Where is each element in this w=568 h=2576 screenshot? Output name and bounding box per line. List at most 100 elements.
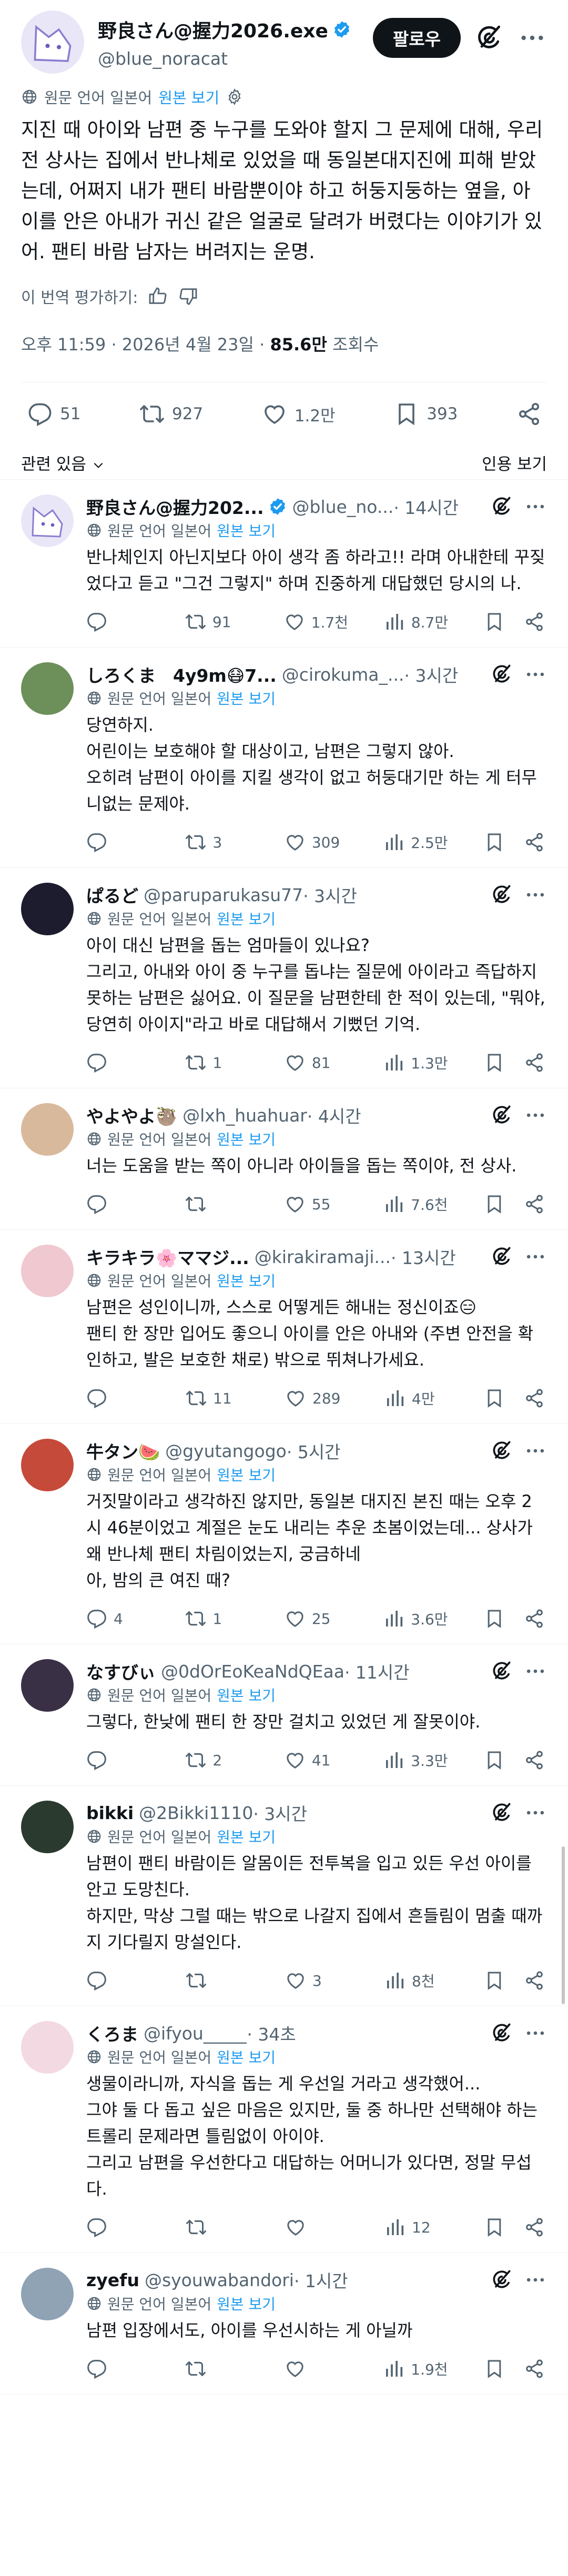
avatar[interactable] bbox=[21, 1103, 74, 1156]
author-handle[interactable]: @blue_noracat bbox=[98, 48, 373, 69]
like-button[interactable] bbox=[285, 2217, 348, 2238]
grok-icon[interactable] bbox=[490, 1104, 513, 1127]
reply-author-name[interactable]: くろま bbox=[86, 2021, 138, 2045]
reply-button[interactable] bbox=[86, 611, 149, 632]
reply-time[interactable]: · 4시간 bbox=[307, 1103, 361, 1127]
reply-time[interactable]: · 13시간 bbox=[391, 1245, 456, 1269]
reply-time[interactable]: · 3시간 bbox=[404, 662, 459, 686]
post-timestamp[interactable]: 오후 11:59 · 2026년 4월 23일 · bbox=[21, 335, 270, 355]
grok-icon[interactable] bbox=[490, 2268, 513, 2291]
reply-author-name[interactable]: やよやよ🦥 bbox=[86, 1103, 177, 1127]
reply-author-name[interactable]: ぱるど bbox=[86, 883, 138, 907]
share-icon[interactable] bbox=[524, 1388, 545, 1409]
grok-icon[interactable] bbox=[490, 495, 513, 518]
reply-item[interactable]: なすびぃ @0dOrEoKeaNdQEaa · 11시간 원문 언어 일본어 원본 보… bbox=[0, 1644, 568, 1786]
reply-author-name[interactable]: zyefu bbox=[86, 2270, 139, 2290]
share-icon[interactable] bbox=[524, 832, 545, 853]
repost-button[interactable]: 3 bbox=[185, 832, 248, 853]
grok-icon[interactable] bbox=[490, 883, 513, 906]
avatar[interactable] bbox=[21, 1801, 74, 1853]
reply-button[interactable] bbox=[86, 1388, 149, 1409]
avatar[interactable] bbox=[21, 2021, 74, 2074]
more-options-icon[interactable] bbox=[524, 1660, 547, 1683]
bookmark-button[interactable]: 393 bbox=[394, 401, 458, 427]
views-button[interactable]: 7.6천 bbox=[383, 1194, 448, 1215]
reply-author-handle[interactable]: @ifyou_____ bbox=[144, 2023, 247, 2044]
reply-item[interactable]: 野良さん@握力202... @blue_no... · 14시간 원문 언어 일본어… bbox=[0, 480, 568, 648]
views-button[interactable]: 3.6만 bbox=[383, 1608, 448, 1629]
views-button[interactable]: 8.7만 bbox=[384, 611, 448, 632]
avatar[interactable] bbox=[21, 1439, 74, 1491]
share-button[interactable] bbox=[516, 401, 542, 427]
repost-button[interactable] bbox=[185, 1194, 248, 1215]
reply-item[interactable]: やよやよ🦥 @lxh_huahuar · 4시간 원문 언어 일본어 원본 보기 너는 … bbox=[0, 1088, 568, 1230]
share-icon[interactable] bbox=[524, 1194, 545, 1215]
gear-icon[interactable] bbox=[226, 88, 244, 106]
avatar[interactable] bbox=[21, 883, 74, 935]
repost-button[interactable] bbox=[186, 1970, 249, 1991]
bookmark-icon[interactable] bbox=[484, 1750, 505, 1771]
reply-author-handle[interactable]: @cirokuma_... bbox=[282, 664, 404, 685]
grok-icon[interactable] bbox=[490, 1660, 513, 1683]
avatar[interactable] bbox=[21, 662, 74, 715]
reply-item[interactable]: ぱるど @paruparukasu77 · 3시간 원문 언어 일본어 원본 보기 아이… bbox=[0, 868, 568, 1088]
avatar[interactable] bbox=[21, 2268, 74, 2320]
reply-author-handle[interactable]: @2Bikki1110 bbox=[139, 1803, 253, 1823]
more-options-icon[interactable] bbox=[524, 883, 547, 906]
view-original-link[interactable]: 원본 보기 bbox=[217, 1826, 276, 1847]
reply-item[interactable]: bikki @2Bikki1110 · 3시간 원문 언어 일본어 원본 보기 남편이 … bbox=[0, 1786, 568, 2006]
sort-relevance-dropdown[interactable]: 관련 있음 bbox=[21, 451, 105, 474]
reply-author-name[interactable]: 牛タン🍉 bbox=[86, 1439, 160, 1463]
view-original-link[interactable]: 원본 보기 bbox=[217, 908, 276, 929]
reply-button[interactable] bbox=[86, 1194, 149, 1215]
avatar[interactable] bbox=[21, 494, 74, 547]
view-quotes-link[interactable]: 인용 보기 bbox=[482, 451, 547, 474]
more-options-icon[interactable] bbox=[524, 1104, 547, 1127]
reply-time[interactable]: · 11시간 bbox=[344, 1659, 410, 1683]
reply-time[interactable]: · 34초 bbox=[247, 2021, 296, 2045]
repost-button[interactable]: 11 bbox=[186, 1388, 249, 1409]
views-button[interactable]: 2.5만 bbox=[383, 832, 448, 853]
author-name[interactable]: 野良さん@握力2026.exe bbox=[98, 16, 328, 43]
repost-button[interactable]: 927 bbox=[139, 401, 203, 427]
share-icon[interactable] bbox=[524, 1970, 545, 1991]
like-button[interactable]: 289 bbox=[285, 1388, 348, 1409]
bookmark-icon[interactable] bbox=[484, 1052, 505, 1073]
reply-time[interactable]: · 1시간 bbox=[294, 2268, 348, 2292]
reply-item[interactable]: 牛タン🍉 @gyutangogo · 5시간 원문 언어 일본어 원본 보기 거짓말이라… bbox=[0, 1424, 568, 1644]
reply-button[interactable]: 4 bbox=[86, 1608, 149, 1629]
reply-button[interactable] bbox=[86, 1052, 149, 1073]
more-options-icon[interactable] bbox=[524, 2022, 547, 2045]
reply-time[interactable]: · 3시간 bbox=[253, 1801, 307, 1825]
follow-button[interactable]: 팔로우 bbox=[372, 18, 461, 58]
views-button[interactable]: 1.9천 bbox=[383, 2358, 448, 2379]
bookmark-icon[interactable] bbox=[484, 2217, 505, 2238]
view-original-link[interactable]: 원본 보기 bbox=[217, 1128, 276, 1149]
reply-author-handle[interactable]: @gyutangogo bbox=[165, 1441, 287, 1461]
bookmark-icon[interactable] bbox=[484, 832, 505, 853]
reply-button[interactable] bbox=[86, 2217, 149, 2238]
reply-author-name[interactable]: bikki bbox=[86, 1803, 134, 1823]
repost-button[interactable] bbox=[186, 2217, 249, 2238]
view-original-link[interactable]: 원본 보기 bbox=[217, 520, 276, 541]
like-button[interactable]: 41 bbox=[285, 1750, 348, 1771]
view-original-link[interactable]: 원본 보기 bbox=[217, 1270, 276, 1291]
share-icon[interactable] bbox=[524, 611, 545, 632]
bookmark-icon[interactable] bbox=[484, 1388, 505, 1409]
grok-icon[interactable] bbox=[490, 663, 513, 686]
like-button[interactable]: 25 bbox=[285, 1608, 348, 1629]
reply-button[interactable] bbox=[86, 1970, 149, 1991]
avatar[interactable] bbox=[21, 1245, 74, 1297]
views-button[interactable]: 3.3만 bbox=[383, 1750, 448, 1771]
reply-author-name[interactable]: しろくま 4y9m😷7... bbox=[86, 662, 277, 686]
repost-button[interactable]: 91 bbox=[185, 611, 248, 632]
reply-button[interactable] bbox=[86, 832, 149, 853]
more-options-icon[interactable] bbox=[524, 495, 547, 518]
reply-button[interactable] bbox=[86, 2358, 149, 2379]
repost-button[interactable]: 1 bbox=[185, 1052, 248, 1073]
views-button[interactable]: 8천 bbox=[384, 1970, 448, 1991]
bookmark-icon[interactable] bbox=[484, 2358, 505, 2379]
reply-time[interactable]: · 5시간 bbox=[287, 1439, 341, 1463]
views-button[interactable]: 4만 bbox=[384, 1388, 448, 1409]
reply-author-handle[interactable]: @paruparukasu77 bbox=[144, 885, 303, 905]
